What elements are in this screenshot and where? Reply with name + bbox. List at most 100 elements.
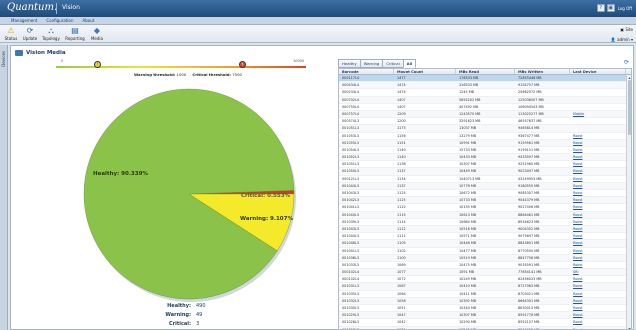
table-row[interactable]: 001042L3 1125 10733 MB 9044379 MB Roost — [339, 197, 631, 205]
table-row[interactable]: 001035L3 1064 10411 MB 8703021 MB Roost — [339, 291, 631, 298]
filter-healthy[interactable]: Healthy — [338, 59, 361, 68]
table-row[interactable]: 000702L4 1407 5655202 MB 125036007 MB — [339, 96, 631, 104]
topology-button[interactable]: ⛬ Topology — [41, 26, 61, 41]
table-row[interactable]: 001036L3 1100 10519 MB 8847756 MB Roost — [339, 254, 631, 262]
table-row[interactable]: 001053L3 1156 13279 MB 9367477 MB Roost — [339, 133, 631, 140]
table-cell[interactable]: Roost — [570, 140, 626, 146]
scroll-thumb[interactable] — [628, 80, 631, 135]
site-selector[interactable]: ▣ Site — [611, 27, 633, 32]
table-cell[interactable]: Roost — [570, 176, 626, 182]
table-row[interactable]: 001055L3 1151 10991 MB 9159561 MB Roost — [339, 139, 631, 147]
devices-sidetab[interactable]: Devices — [0, 45, 8, 330]
table-row[interactable]: 001051L3 1175 13037 MB 9465814 MB — [339, 125, 631, 133]
header-mount-count[interactable]: Mount Count — [394, 69, 456, 74]
table-row[interactable]: 000574L3 1200 3291623 MB 46557637 MB — [339, 118, 631, 126]
table-row[interactable]: 000750L4 1407 407492 MB 106094543 MB — [339, 104, 631, 111]
table-row[interactable]: 000757L4 1209 1243570 MB 113025277 MB Mobile — [339, 110, 631, 119]
user-menu[interactable]: 👤 admin ▾ — [611, 37, 633, 42]
table-cell[interactable]: Roost — [570, 255, 626, 261]
table-row[interactable]: 000121L3 1134 1040713 MB 43249953 MB Roost — [339, 176, 631, 183]
table-cell[interactable]: Roost — [570, 219, 626, 225]
table-row[interactable]: 001029L3 1047 10307 MB 8591776 MB Roost — [339, 312, 631, 320]
table-cell: 000702L4 — [342, 97, 359, 102]
table-row[interactable]: 001043L3 1125 10672 MB 9085307 MB Roost — [339, 190, 631, 198]
table-row[interactable]: 001030L3 1051 10344 MB 8630013 MB Roost — [339, 305, 631, 313]
table-cell: 1042 — [397, 320, 406, 325]
table-cell[interactable]: Roost — [570, 305, 626, 311]
table-cell[interactable]: SRI — [570, 269, 626, 275]
refresh-icon[interactable]: ⟳ — [624, 59, 629, 66]
table-row[interactable]: 001031L3 1067 10410 MB 8727063 MB Roost — [339, 283, 631, 291]
table-cell[interactable]: Roost — [570, 168, 626, 174]
table-cell[interactable]: Roost — [570, 276, 626, 282]
table-cell[interactable]: Roost — [570, 233, 626, 239]
table-row[interactable]: 001032L3 1058 10392 MB 8664301 MB Roost — [339, 297, 631, 305]
table-cell[interactable]: Roost — [570, 298, 626, 304]
status-button[interactable]: ⚠ Status — [1, 26, 21, 41]
table-row[interactable]: 001033L3 1069 10475 MB 9035591 MB Roost — [339, 262, 631, 270]
table-row[interactable]: 001041L3 1102 10477 MB 8770550 MB Roost — [339, 248, 631, 255]
table-row[interactable]: 000117L4 1477 176533 MB 72855446 MB — [339, 75, 631, 83]
help-icon[interactable]: ? — [596, 4, 605, 12]
table-row[interactable]: 000102L4 1077 1091 MB 77654141 MB SRI — [339, 269, 631, 277]
log-off-link[interactable]: Log Off — [618, 6, 632, 11]
table-cell[interactable]: Mobile — [570, 111, 626, 117]
table-cell: 001054L3 — [342, 147, 359, 152]
table-cell[interactable]: Roost — [570, 283, 626, 289]
reporting-button[interactable]: ▤ Reporting — [65, 26, 85, 41]
table-cell[interactable]: Roost — [570, 291, 626, 297]
header-barcode[interactable]: Barcode — [339, 69, 394, 74]
filter-all[interactable]: All — [402, 59, 417, 68]
table-cell[interactable]: Roost — [570, 212, 626, 218]
table-cell[interactable]: Roost — [570, 262, 626, 268]
settings-icon[interactable]: ▣ — [606, 4, 615, 12]
warning-thumb[interactable]: ! — [94, 61, 101, 68]
table-cell[interactable]: Roost — [570, 154, 626, 160]
critical-thumb[interactable]: ! — [239, 61, 246, 68]
table-row[interactable]: 001054L3 1140 15733 MB 9159151 MB Roost — [339, 147, 631, 155]
table-cell[interactable]: Roost — [570, 319, 626, 325]
table-cell[interactable]: Roost — [570, 226, 626, 232]
media-button[interactable]: ◆ Media — [87, 26, 107, 41]
table-cell[interactable]: Roost — [570, 161, 626, 167]
table-cell[interactable]: Roost — [570, 312, 626, 318]
table-row[interactable]: 000434L4 1474 316533 MB 9154757 MB — [339, 82, 631, 90]
table-row[interactable]: 000234L4 1474 1245 MB 25662572 MB — [339, 89, 631, 97]
table-row[interactable]: 001050L3 1137 10449 MB 9023497 MB Roost — [339, 168, 631, 176]
menu-management[interactable]: Management — [11, 18, 37, 23]
table-row[interactable]: 001052L3 1140 10433 MB 9433597 MB Roost — [339, 154, 631, 162]
menu-about[interactable]: About — [83, 18, 95, 23]
table-cell: 15733 MB — [459, 147, 477, 152]
table-cell[interactable]: Roost — [570, 248, 626, 254]
table-cell: 1407 — [397, 97, 406, 102]
table-row[interactable]: 001039L3 1114 10664 MB 8934623 MB Roost — [339, 219, 631, 226]
table-cell[interactable]: Roost — [570, 183, 626, 189]
warning-threshold-label: Warning threshold: — [134, 72, 176, 77]
table-cell: 001044L3 — [342, 183, 359, 188]
table-row[interactable]: 001044L3 1137 10776 MB 9180555 MB Roost — [339, 182, 631, 190]
table-row[interactable]: 001028L3 1042 10290 MB 8552107 MB Roost — [339, 319, 631, 327]
table-row[interactable]: 001051L3 1136 10307 MB 9251965 MB Roost — [339, 161, 631, 169]
table-cell[interactable]: Roost — [570, 240, 626, 246]
table-row[interactable]: 001027L3 1039 10265 MB 8519932 MB Roost — [339, 326, 631, 329]
table-row[interactable]: 001040L3 1115 10613 MB 8864461 MB Roost — [339, 211, 631, 219]
table-cell[interactable]: Roost — [570, 147, 626, 153]
filter-critical[interactable]: Critical — [382, 59, 404, 68]
table-row[interactable]: 001044L3 1111 10571 MB 9075697 MB Roost — [339, 233, 631, 241]
table-row[interactable]: 001041L3 1122 10155 MB 9027456 MB Roost — [339, 204, 631, 212]
table-cell[interactable]: Roost — [570, 327, 626, 329]
update-button[interactable]: ⟳ Update — [20, 26, 40, 41]
menu-configuration[interactable]: Configuration — [46, 18, 73, 23]
filter-warning[interactable]: Warning — [359, 59, 384, 68]
header-mbs-written[interactable]: MBs Written — [515, 69, 570, 74]
table-cell[interactable]: Roost — [570, 204, 626, 210]
table-row[interactable]: 001043L3 1112 10516 MB 9004352 MB Roost — [339, 225, 631, 234]
header-mbs-read[interactable]: MBs Read — [456, 69, 515, 74]
table-cell[interactable]: Roost — [570, 133, 626, 139]
table-row[interactable]: 001046L3 1105 10446 MB 8843801 MB Roost — [339, 240, 631, 248]
table-scrollbar[interactable]: ▴ ▾ — [626, 75, 631, 329]
table-cell[interactable]: Roost — [570, 197, 626, 203]
table-cell[interactable]: Roost — [570, 190, 626, 196]
header-last-device[interactable]: Last Device — [570, 69, 626, 74]
table-row[interactable]: 000102L4 1072 10249 MB 62456023 MB Roost — [339, 276, 631, 284]
